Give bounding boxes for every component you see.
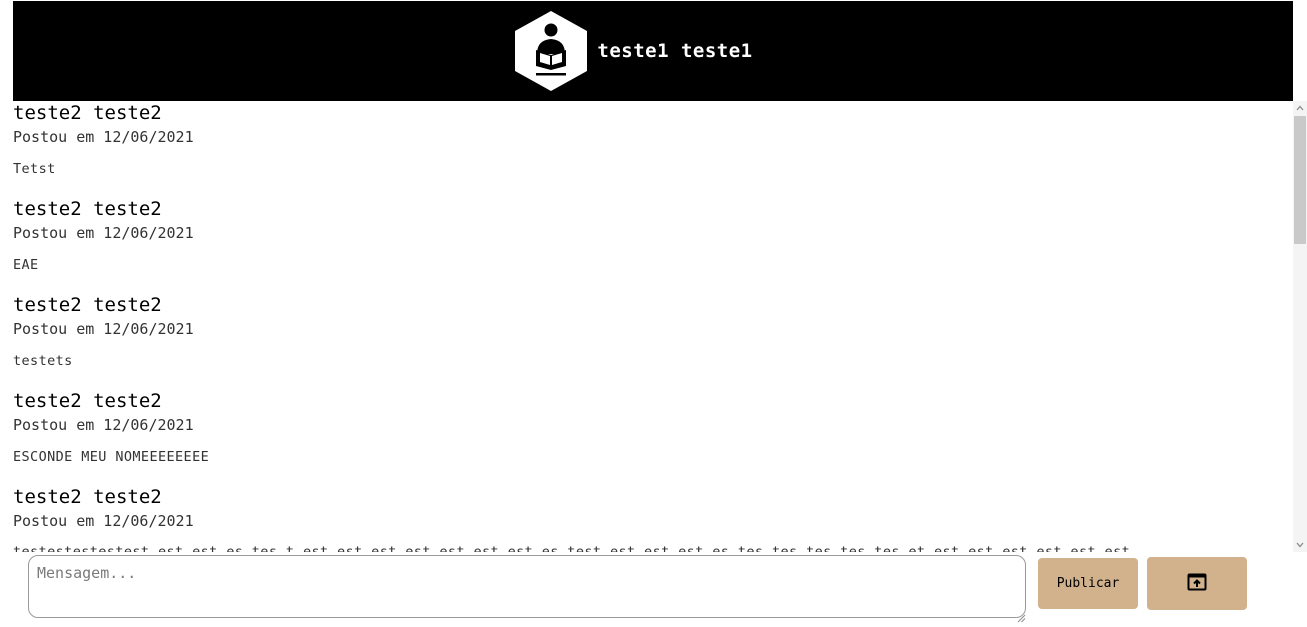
post-author: teste2 teste2 [13, 294, 162, 316]
reader-hexagon-logo-icon [513, 10, 589, 92]
post-item: teste2 teste2 Postou em 12/06/2021 teste… [13, 293, 1293, 389]
post-date: Postou em 12/06/2021 [13, 512, 194, 530]
post-author: teste2 teste2 [13, 390, 162, 412]
post-author: teste2 teste2 [13, 102, 162, 124]
post-item: teste2 teste2 Postou em 12/06/2021 ESCON… [13, 389, 1293, 485]
post-date: Postou em 12/06/2021 [13, 416, 194, 434]
post-date: Postou em 12/06/2021 [13, 224, 194, 242]
upload-button[interactable] [1147, 557, 1247, 610]
current-user-name: teste1 teste1 [597, 40, 753, 62]
scroll-thumb[interactable] [1294, 116, 1306, 244]
post-text: testets [13, 353, 73, 369]
post-date: Postou em 12/06/2021 [13, 320, 194, 338]
scroll-up-arrow-icon[interactable] [1293, 101, 1307, 115]
posts-feed[interactable]: teste2 teste2 Postou em 12/06/2021 Tetst… [13, 101, 1293, 552]
post-author: teste2 teste2 [13, 486, 162, 508]
post-item: teste2 teste2 Postou em 12/06/2021 Tetst [13, 101, 1293, 197]
resize-grip-icon[interactable] [1016, 608, 1026, 623]
message-input[interactable] [28, 555, 1026, 618]
post-text: EAE [13, 257, 39, 273]
upload-window-icon [1187, 573, 1207, 594]
top-header: teste1 teste1 [13, 1, 1293, 101]
post-item: teste2 teste2 Postou em 12/06/2021 teste… [13, 485, 1293, 552]
post-text: testestestestest est est es tes t est es… [13, 544, 1131, 552]
post-date: Postou em 12/06/2021 [13, 128, 194, 146]
feed-scrollbar[interactable] [1293, 101, 1307, 552]
scroll-down-arrow-icon[interactable] [1293, 538, 1307, 552]
post-item: teste2 teste2 Postou em 12/06/2021 EAE [13, 197, 1293, 293]
post-text: Tetst [13, 161, 56, 177]
post-text: ESCONDE MEU NOMEEEEEEEE [13, 449, 210, 465]
publish-button[interactable]: Publicar [1038, 558, 1138, 609]
post-author: teste2 teste2 [13, 198, 162, 220]
